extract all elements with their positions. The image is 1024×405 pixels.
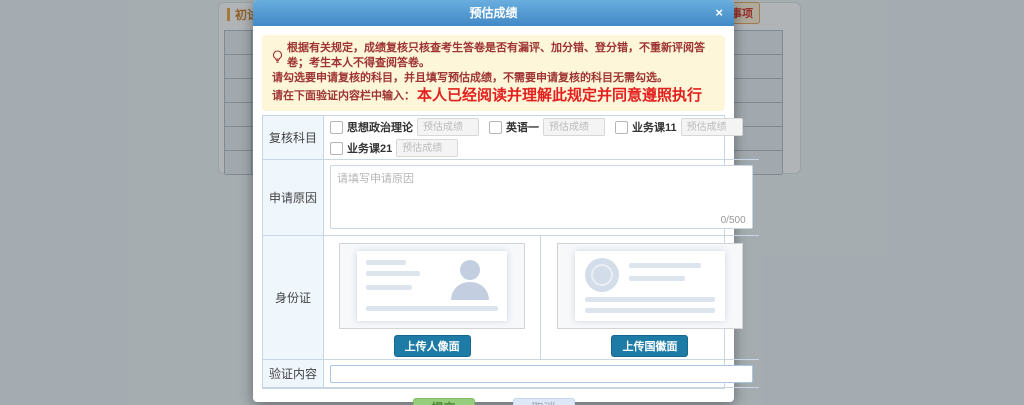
subject-group-major1: 业务课11 <box>615 118 743 136</box>
card-line <box>366 271 420 276</box>
card-line <box>366 306 498 311</box>
estimated-score-input[interactable] <box>543 118 605 136</box>
subjects-cell: 思想政治理论 英语一 业务课11 <box>324 116 759 160</box>
cancel-button[interactable]: 取消 <box>513 398 575 405</box>
char-counter: 0/500 <box>721 215 746 226</box>
rules-notice: 根据有关规定，成绩复核只核查考生答卷是否有漏评、加分错、登分错，不重新评阅答卷；… <box>262 35 725 111</box>
subject-checkbox[interactable] <box>615 121 628 134</box>
card-line <box>629 276 685 281</box>
notice-text-2: 请勾选要申请复核的科目，并且填写预估成绩，不需要申请复核的科目无需勾选。 <box>272 71 668 86</box>
person-silhouette-icon <box>451 282 489 300</box>
dialog-body: 根据有关规定，成绩复核只核查考生答卷是否有漏评、加分错、登分错，不重新评阅答卷；… <box>253 26 734 405</box>
dialog-footer: 提交 取消 <box>262 398 725 405</box>
notice-required-phrase: 本人已经阅读并理解此规定并同意遵照执行 <box>417 86 702 106</box>
reason-textarea[interactable] <box>331 166 752 214</box>
idcard-front-illustration <box>357 251 507 321</box>
estimated-score-input[interactable] <box>396 139 458 157</box>
notice-line-2: 请勾选要申请复核的科目，并且填写预估成绩，不需要申请复核的科目无需勾选。 <box>272 71 715 86</box>
subject-group-politics: 思想政治理论 <box>330 118 479 136</box>
estimated-score-input[interactable] <box>681 118 743 136</box>
estimated-score-input[interactable] <box>417 118 479 136</box>
verification-label: 验证内容 <box>263 360 324 388</box>
national-emblem-ring <box>591 264 613 286</box>
subjects-line-2: 业务课21 <box>330 139 753 157</box>
idcard-front-area: 上传人像面 <box>324 236 541 359</box>
card-line <box>629 263 701 268</box>
bulb-icon <box>272 50 283 63</box>
idcard-back-area: 上传国徽面 <box>541 236 758 359</box>
subject-checkbox[interactable] <box>330 142 343 155</box>
card-line <box>585 308 715 313</box>
upload-emblem-side-button[interactable]: 上传国徽面 <box>611 335 688 357</box>
subject-group-english: 英语一 <box>489 118 605 136</box>
notice-text-1: 根据有关规定，成绩复核只核查考生答卷是否有漏评、加分错、登分错，不重新评阅答卷；… <box>287 41 715 71</box>
reason-label: 申请原因 <box>263 160 324 236</box>
reason-box: 0/500 <box>330 165 753 229</box>
national-emblem-icon <box>585 258 619 292</box>
reason-cell: 0/500 <box>324 160 759 236</box>
card-line <box>366 285 412 290</box>
screen: 初试成绩 注意事项 预估成绩 × <box>0 0 1024 405</box>
subject-name: 业务课11 <box>632 119 677 135</box>
person-silhouette-icon <box>460 260 480 280</box>
subjects-label: 复核科目 <box>263 116 324 160</box>
review-form: 复核科目 思想政治理论 英语一 <box>262 115 725 389</box>
upload-portrait-side-button[interactable]: 上传人像面 <box>394 335 471 357</box>
idcard-front-placeholder <box>339 243 525 329</box>
submit-button[interactable]: 提交 <box>413 398 475 405</box>
subject-name: 英语一 <box>506 119 539 135</box>
idcard-back-illustration <box>575 251 725 321</box>
subject-checkbox[interactable] <box>489 121 502 134</box>
verification-input[interactable] <box>330 365 753 383</box>
close-icon[interactable]: × <box>715 0 723 26</box>
idcard-cell: 上传人像面 <box>324 236 759 360</box>
estimated-score-dialog: 预估成绩 × 根据有关规定，成绩复核只核查考生答卷是否有漏评、加分错、登分错，不… <box>253 0 734 402</box>
notice-text-3-prefix: 请在下面验证内容栏中输入： <box>272 86 415 106</box>
subject-group-major2: 业务课21 <box>330 139 458 157</box>
subject-name: 业务课21 <box>347 140 392 156</box>
dialog-header: 预估成绩 × <box>253 0 734 26</box>
subject-name: 思想政治理论 <box>347 119 413 135</box>
notice-line-1: 根据有关规定，成绩复核只核查考生答卷是否有漏评、加分错、登分错，不重新评阅答卷；… <box>272 41 715 71</box>
verification-cell <box>324 360 759 388</box>
subjects-line-1: 思想政治理论 英语一 业务课11 <box>330 118 753 136</box>
card-line <box>585 297 715 302</box>
dialog-title: 预估成绩 <box>469 6 517 20</box>
card-line <box>366 260 406 265</box>
notice-line-3: 请在下面验证内容栏中输入： 本人已经阅读并理解此规定并同意遵照执行 <box>272 86 715 106</box>
idcard-back-placeholder <box>557 243 743 329</box>
subject-checkbox[interactable] <box>330 121 343 134</box>
idcard-label: 身份证 <box>263 236 324 360</box>
